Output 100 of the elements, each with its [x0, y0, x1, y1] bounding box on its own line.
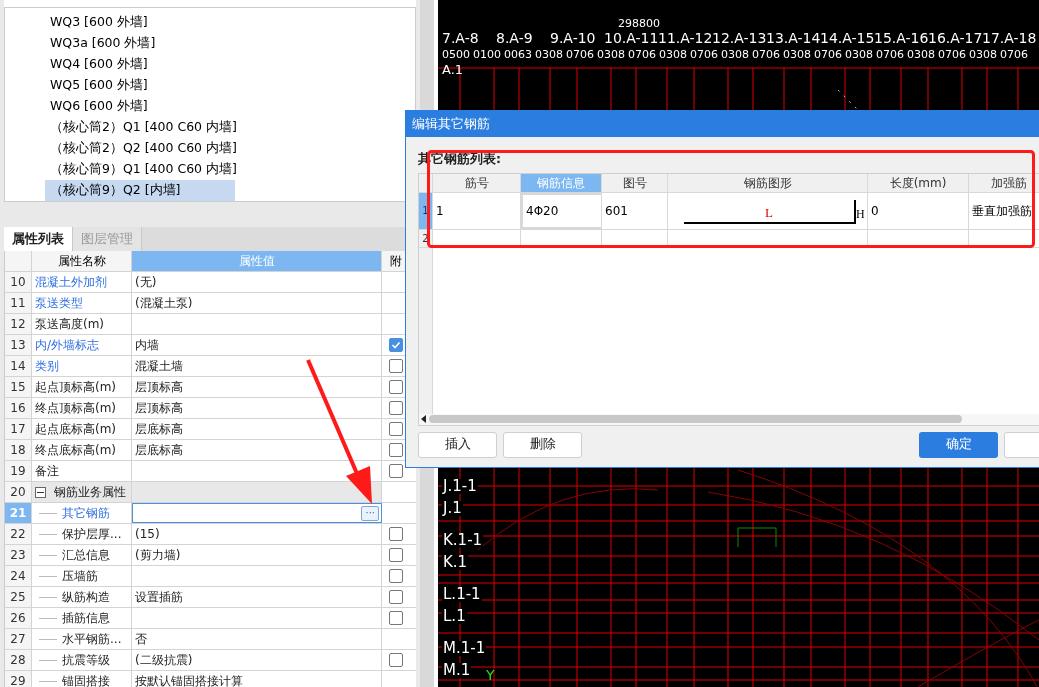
property-name: 纵筋构造 — [62, 589, 110, 606]
property-value: 否 — [135, 631, 147, 648]
axis-label: L.1 — [442, 609, 467, 624]
axis-label: 12.A-13 — [712, 31, 767, 45]
row-number: 25 — [5, 587, 32, 607]
tree-item[interactable]: （核心筒2）Q1 [400 C60 内墙] — [45, 117, 242, 138]
axis-label: M.1-1 — [442, 641, 487, 656]
table-cell-text: 垂直加强筋 — [971, 202, 1032, 220]
property-value: 层底标高 — [135, 442, 183, 459]
tree-item[interactable]: WQ3 [600 外墙] — [45, 12, 153, 33]
row-number: 12 — [5, 314, 32, 334]
tree-item[interactable]: WQ3a [600 外墙] — [45, 33, 161, 54]
property-name: 保护层厚... — [62, 526, 122, 543]
ok-button[interactable]: 确定 — [919, 431, 998, 458]
property-name: 起点底标高(m) — [34, 421, 117, 438]
row-number: 18 — [5, 440, 32, 460]
axis-label: 17.A-18 — [982, 31, 1037, 45]
axis-label: 8.A-9 — [496, 31, 533, 45]
property-name: 终点顶标高(m) — [34, 400, 117, 417]
checkbox[interactable] — [389, 443, 403, 457]
checkbox[interactable] — [389, 422, 403, 436]
property-value: (混凝土泵) — [135, 295, 193, 312]
checkbox[interactable] — [389, 401, 403, 415]
checkbox[interactable] — [389, 338, 403, 352]
dimension-text: 0100 — [473, 49, 502, 60]
property-name: 备注 — [34, 463, 59, 480]
column-header[interactable]: 钢筋图形 — [668, 173, 868, 192]
checkbox[interactable] — [389, 548, 403, 562]
tree-item[interactable]: WQ6 [600 外墙] — [45, 96, 153, 117]
panel-tab[interactable]: 属性列表 — [4, 227, 73, 251]
property-name: 压墙筋 — [62, 568, 98, 585]
column-header[interactable]: 长度(mm) — [868, 173, 969, 192]
axis-label: A.1 — [442, 63, 464, 76]
table-cell-text: 4Φ20 — [525, 202, 559, 220]
property-value: (15) — [135, 526, 160, 543]
checkbox[interactable] — [389, 653, 403, 667]
property-value: 按默认锚固搭接计算 — [135, 673, 243, 687]
property-name: 终点底标高(m) — [34, 442, 117, 459]
tree-item[interactable]: WQ4 [600 外墙] — [45, 54, 153, 75]
checkbox[interactable] — [389, 611, 403, 625]
scrollbar-thumb[interactable] — [429, 415, 962, 424]
length-label: L — [765, 205, 773, 219]
column-header[interactable]: 图号 — [602, 173, 668, 192]
collapse-icon[interactable] — [35, 486, 46, 498]
row-number: 15 — [5, 377, 32, 397]
ellipsis-button[interactable]: ··· — [361, 505, 379, 521]
row-number: 17 — [5, 419, 32, 439]
axis-label: 15.A-16 — [874, 31, 929, 45]
tree-item[interactable]: （核心筒9）Q2 [内墙] — [45, 180, 235, 201]
axis-label: M.1 — [442, 663, 472, 678]
dimension-text: 0706 — [628, 49, 657, 60]
row-number: 20 — [5, 482, 32, 502]
property-value: 设置插筋 — [135, 589, 183, 606]
row-number: 19 — [5, 461, 32, 481]
tree-item[interactable]: （核心筒2）Q2 [400 C60 内墙] — [45, 138, 242, 159]
dimension-text: 0308 — [597, 49, 626, 60]
property-name: 起点顶标高(m) — [34, 379, 117, 396]
dimension-text: 0308 — [907, 49, 936, 60]
property-value: 内墙 — [135, 337, 159, 354]
dimension-text: 0308 — [535, 49, 564, 60]
dimension-text: 298800 — [618, 18, 660, 29]
row-number: 24 — [5, 566, 32, 586]
property-name: 其它钢筋 — [62, 505, 110, 522]
row-number: 11 — [5, 293, 32, 313]
table-cell-text: 0 — [870, 202, 879, 220]
row-number: 26 — [5, 608, 32, 628]
dimension-text: 0706 — [690, 49, 719, 60]
tree-item[interactable]: （核心筒9）Q1 [400 C60 内墙] — [45, 159, 242, 180]
dialog-button[interactable]: 插入 — [418, 431, 497, 458]
dialog-button[interactable]: 删除 — [503, 431, 582, 458]
checkbox[interactable] — [389, 527, 403, 541]
property-name: 汇总信息 — [62, 547, 110, 564]
axis-label: 16.A-17 — [928, 31, 983, 45]
row-number: 28 — [5, 650, 32, 670]
property-name: 混凝土外加剂 — [34, 274, 107, 291]
dialog-title: 编辑其它钢筋 — [412, 114, 490, 133]
dimension-text: 0706 — [566, 49, 595, 60]
checkbox[interactable] — [389, 464, 403, 478]
checkbox[interactable] — [389, 380, 403, 394]
dimension-text: 0308 — [783, 49, 812, 60]
dimension-text: 0706 — [938, 49, 967, 60]
tree-item[interactable]: WQ5 [600 外墙] — [45, 75, 153, 96]
axis-label: K.1 — [442, 555, 469, 570]
dimension-text: 0706 — [752, 49, 781, 60]
row-number: 13 — [5, 335, 32, 355]
dimension-text: 0500 — [442, 49, 471, 60]
property-value: (无) — [135, 274, 157, 291]
column-header: 属性值 — [132, 251, 382, 271]
axis-label: L.1-1 — [442, 587, 482, 602]
checkbox[interactable] — [389, 569, 403, 583]
dimension-text: 0063 — [504, 49, 533, 60]
column-header: 属性名称 — [32, 251, 132, 271]
column-header[interactable]: 加强筋 — [969, 173, 1039, 192]
search-field[interactable] — [4, 0, 416, 8]
checkbox[interactable] — [389, 590, 403, 604]
value-field[interactable]: ··· — [132, 503, 382, 523]
axis-label: 11.A-12 — [658, 31, 713, 45]
checkbox[interactable] — [389, 359, 403, 373]
axis-label: K.1-1 — [442, 533, 484, 548]
check-icon — [391, 340, 401, 350]
